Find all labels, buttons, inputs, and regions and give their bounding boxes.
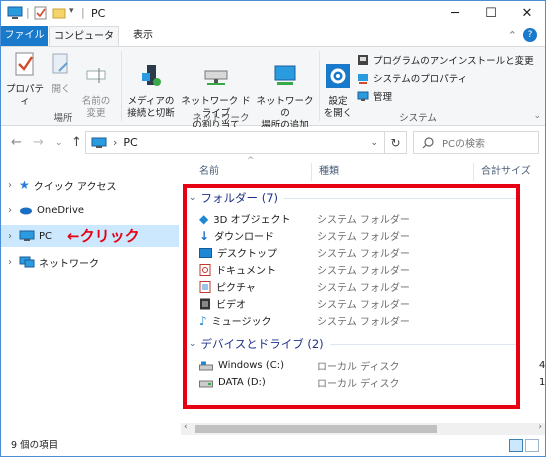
title-bar: | ▾ | PC ─ ☐ ✕ bbox=[1, 1, 545, 26]
breadcrumb-pc[interactable]: PC bbox=[123, 136, 137, 149]
separator-icon: | bbox=[81, 6, 85, 19]
uninstall-program-button[interactable]: プログラムのアンインストールと変更 bbox=[357, 53, 534, 67]
explorer-window: | ▾ | PC ─ ☐ ✕ ファイル コンピューター 表示 ⌃ ? プロパティ… bbox=[0, 0, 546, 457]
group-label-network: ネットワーク bbox=[192, 113, 250, 124]
expand-chevron-icon[interactable]: › bbox=[1, 205, 19, 216]
help-icon[interactable]: ? bbox=[523, 28, 537, 42]
separator-icon: | bbox=[26, 6, 30, 19]
nav-label: PC bbox=[39, 230, 53, 242]
ribbon-divider bbox=[319, 51, 320, 121]
manage-button[interactable]: 管理 bbox=[357, 89, 392, 103]
highlight-box bbox=[183, 184, 520, 409]
forward-arrow-icon[interactable]: → bbox=[33, 135, 44, 150]
search-input[interactable]: PCの検索 bbox=[413, 131, 539, 154]
nav-item-network[interactable]: › ネットワーク bbox=[1, 251, 179, 273]
navigation-pane: › ★ クイック アクセス › OneDrive › PC › ネットワーク bbox=[1, 159, 181, 434]
media-server-icon bbox=[142, 65, 161, 86]
program-box-icon bbox=[358, 55, 368, 65]
system-properties-icon bbox=[358, 74, 368, 84]
scroll-left-icon[interactable]: ‹ bbox=[184, 422, 188, 432]
column-header-name[interactable]: 名前 bbox=[199, 159, 219, 185]
star-icon: ★ bbox=[19, 178, 30, 192]
group-label-system: システム bbox=[399, 113, 437, 124]
sort-indicator-icon: ^ bbox=[247, 156, 255, 166]
horizontal-scrollbar[interactable]: ‹ › bbox=[181, 422, 545, 435]
nav-label: OneDrive bbox=[37, 204, 85, 216]
tab-file[interactable]: ファイル bbox=[1, 26, 48, 46]
properties-label: プロパティ bbox=[5, 84, 44, 107]
system-properties-button[interactable]: システムのプロパティ bbox=[357, 71, 467, 85]
properties-check-icon[interactable] bbox=[34, 6, 48, 21]
status-bar: 9 個の項目 bbox=[1, 436, 545, 456]
open-button[interactable]: 開く bbox=[49, 51, 73, 96]
system-properties-label: システムのプロパティ bbox=[373, 74, 468, 85]
window-title: PC bbox=[91, 7, 106, 20]
open-settings-button[interactable]: 設定 を開く bbox=[323, 51, 353, 132]
nav-label: ネットワーク bbox=[39, 258, 99, 270]
back-arrow-icon[interactable]: ← bbox=[11, 135, 22, 150]
manage-computer-icon bbox=[357, 91, 369, 101]
group-label-location: 場所 bbox=[53, 113, 73, 124]
expand-chevron-icon[interactable]: › bbox=[1, 180, 19, 191]
column-header-size[interactable]: 合計サイズ bbox=[481, 159, 531, 185]
nav-label: クイック アクセス bbox=[33, 181, 117, 193]
ribbon-collapse-icon[interactable]: ⌃ bbox=[508, 29, 517, 42]
large-icons-view-icon[interactable] bbox=[525, 439, 539, 452]
column-divider[interactable] bbox=[311, 163, 312, 181]
properties-icon bbox=[15, 52, 34, 76]
cloud-icon bbox=[20, 207, 32, 215]
close-button[interactable]: ✕ bbox=[509, 1, 545, 26]
pc-icon bbox=[91, 137, 107, 148]
column-header-type[interactable]: 種類 bbox=[319, 159, 339, 185]
details-view-icon[interactable] bbox=[509, 439, 523, 452]
refresh-icon: ↻ bbox=[390, 135, 401, 150]
click-annotation: ←クリック bbox=[67, 227, 140, 245]
minimize-button[interactable]: ─ bbox=[437, 1, 473, 26]
ribbon-divider bbox=[121, 51, 122, 121]
refresh-button[interactable]: ↻ bbox=[385, 131, 407, 154]
ribbon-expand-icon[interactable]: ⌄ bbox=[533, 111, 541, 121]
item-size: 4 bbox=[539, 360, 546, 371]
customize-qat-icon[interactable]: ▾ bbox=[69, 6, 74, 21]
properties-button[interactable]: プロパティ bbox=[5, 51, 45, 108]
network-icon bbox=[19, 256, 35, 268]
open-settings-label: 設定 を開く bbox=[323, 96, 353, 119]
open-icon bbox=[52, 53, 68, 74]
expand-chevron-icon[interactable]: › bbox=[1, 257, 19, 268]
new-folder-icon[interactable] bbox=[52, 6, 66, 21]
tab-computer[interactable]: コンピューター bbox=[49, 26, 119, 62]
search-icon bbox=[422, 136, 434, 148]
search-placeholder: PCの検索 bbox=[442, 139, 486, 150]
ribbon: プロパティ 開く 名前の 変更 場所 メディアの 接続と切断 ネットワーク ドラ… bbox=[1, 46, 545, 131]
scroll-right-icon[interactable]: › bbox=[538, 422, 542, 432]
breadcrumb-chevron-icon: › bbox=[113, 136, 118, 149]
pc-icon bbox=[7, 6, 23, 19]
address-box[interactable]: › PC ⌄ bbox=[85, 131, 385, 154]
tab-view[interactable]: 表示 bbox=[123, 26, 163, 46]
settings-gear-icon bbox=[326, 64, 350, 88]
network-drive-icon bbox=[204, 70, 228, 85]
item-size: 1. bbox=[539, 377, 546, 388]
address-bar-row: ← → ⌄ ↑ › PC ⌄ ↻ PCの検索 bbox=[1, 127, 545, 159]
recent-locations-icon[interactable]: ⌄ bbox=[55, 138, 63, 148]
media-connect-button[interactable]: メディアの 接続と切断 bbox=[125, 51, 177, 132]
media-connect-label: メディアの 接続と切断 bbox=[127, 96, 175, 119]
column-divider[interactable] bbox=[473, 163, 474, 181]
rename-icon bbox=[86, 68, 106, 83]
expand-chevron-icon[interactable]: › bbox=[1, 231, 19, 242]
network-location-icon bbox=[274, 65, 296, 85]
nav-item-onedrive[interactable]: › OneDrive bbox=[1, 199, 179, 221]
maximize-button[interactable]: ☐ bbox=[473, 1, 509, 26]
up-arrow-icon[interactable]: ↑ bbox=[71, 135, 82, 150]
pc-icon bbox=[19, 230, 35, 241]
nav-item-quick-access[interactable]: › ★ クイック アクセス bbox=[1, 174, 179, 196]
address-dropdown-icon[interactable]: ⌄ bbox=[370, 138, 378, 148]
manage-label: 管理 bbox=[373, 92, 393, 103]
open-label: 開く bbox=[51, 84, 71, 95]
uninstall-program-label: プログラムのアンインストールと変更 bbox=[373, 56, 534, 67]
ribbon-tabs: ファイル コンピューター 表示 ⌃ ? bbox=[1, 26, 545, 62]
item-count: 9 個の項目 bbox=[11, 440, 59, 451]
scrollbar-thumb[interactable] bbox=[195, 425, 437, 433]
